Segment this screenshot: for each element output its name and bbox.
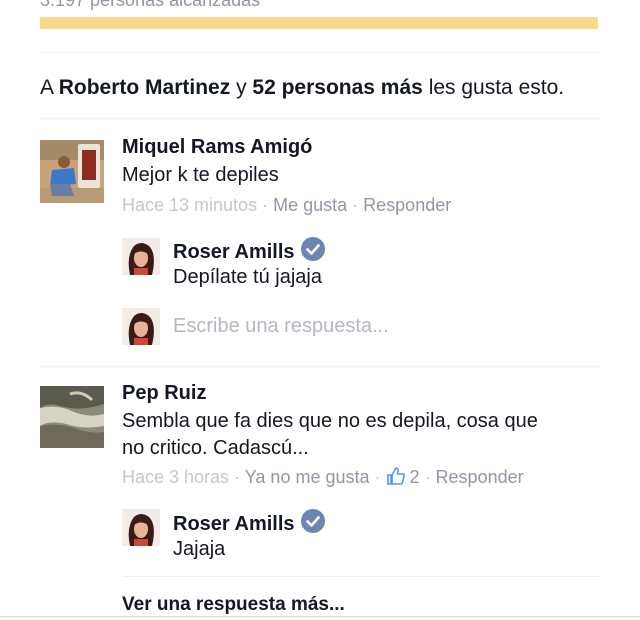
- comment-author-miquel[interactable]: Miquel Rams Amigó: [122, 136, 312, 159]
- divider: [0, 616, 640, 617]
- avatar-photo-icon: [122, 308, 160, 345]
- reply-text: Depílate tú jajaja: [173, 266, 322, 288]
- view-more-replies-link[interactable]: Ver una respuesta más...: [122, 594, 345, 616]
- reply-input[interactable]: Escribe una respuesta...: [173, 315, 389, 338]
- avatar-roser[interactable]: [122, 238, 160, 275]
- liker-name-link[interactable]: Roberto Martinez: [59, 76, 231, 99]
- verified-badge-icon: [300, 237, 325, 261]
- likes-suffix: les gusta esto.: [428, 76, 565, 99]
- reply-author-roser[interactable]: Roser Amills: [173, 237, 325, 264]
- unlike-comment-button[interactable]: Ya no me gusta: [245, 467, 370, 487]
- avatar-photo-icon: [40, 140, 104, 203]
- avatar-roser: [122, 308, 160, 345]
- avatar-photo-icon: [122, 238, 160, 275]
- comment-meta: Hace 13 minutos · Me gusta · Responder: [122, 195, 452, 215]
- comment-meta: Hace 3 horas · Ya no me gusta · 2 · Resp…: [122, 466, 524, 487]
- divider: [122, 576, 600, 577]
- divider: [40, 52, 600, 53]
- likes-prefix: A: [40, 76, 53, 99]
- reply-text: Jajaja: [173, 538, 226, 560]
- reply-button[interactable]: Responder: [436, 467, 524, 487]
- reply-button[interactable]: Responder: [363, 195, 451, 215]
- reply-author-name[interactable]: Roser Amills: [173, 241, 295, 263]
- comment-text-line1: Sembla que fa dies que no es depila, cos…: [122, 410, 538, 432]
- avatar-miquel[interactable]: [40, 140, 104, 203]
- avatar-photo-icon: [122, 509, 160, 546]
- reply-author-name[interactable]: Roser Amills: [173, 513, 295, 535]
- divider: [40, 366, 600, 367]
- comment-author-pep[interactable]: Pep Ruiz: [122, 382, 206, 405]
- avatar-pep[interactable]: [40, 386, 104, 448]
- comment-time[interactable]: Hace 13 minutos: [122, 195, 257, 215]
- comment-time[interactable]: Hace 3 horas: [122, 467, 229, 487]
- reply-author-roser[interactable]: Roser Amills: [173, 509, 325, 536]
- likes-summary[interactable]: A Roberto Martinez y 52 personas más les…: [40, 76, 564, 100]
- thumbs-up-icon[interactable]: [386, 466, 406, 486]
- reach-count: 3.197 personas alcanzadas: [40, 0, 261, 10]
- avatar-roser[interactable]: [122, 509, 160, 546]
- comment-text: Mejor k te depiles: [122, 164, 279, 186]
- verified-badge-icon: [300, 509, 325, 533]
- likes-and: y: [236, 76, 247, 99]
- others-likers-link[interactable]: 52 personas más: [252, 76, 422, 99]
- like-count[interactable]: 2: [410, 467, 420, 487]
- reach-progress-bar: [40, 17, 598, 29]
- like-comment-button[interactable]: Me gusta: [273, 195, 347, 215]
- avatar-photo-icon: [40, 386, 104, 448]
- comment-text-line2: no critico. Cadascú...: [122, 437, 309, 459]
- divider: [40, 118, 600, 119]
